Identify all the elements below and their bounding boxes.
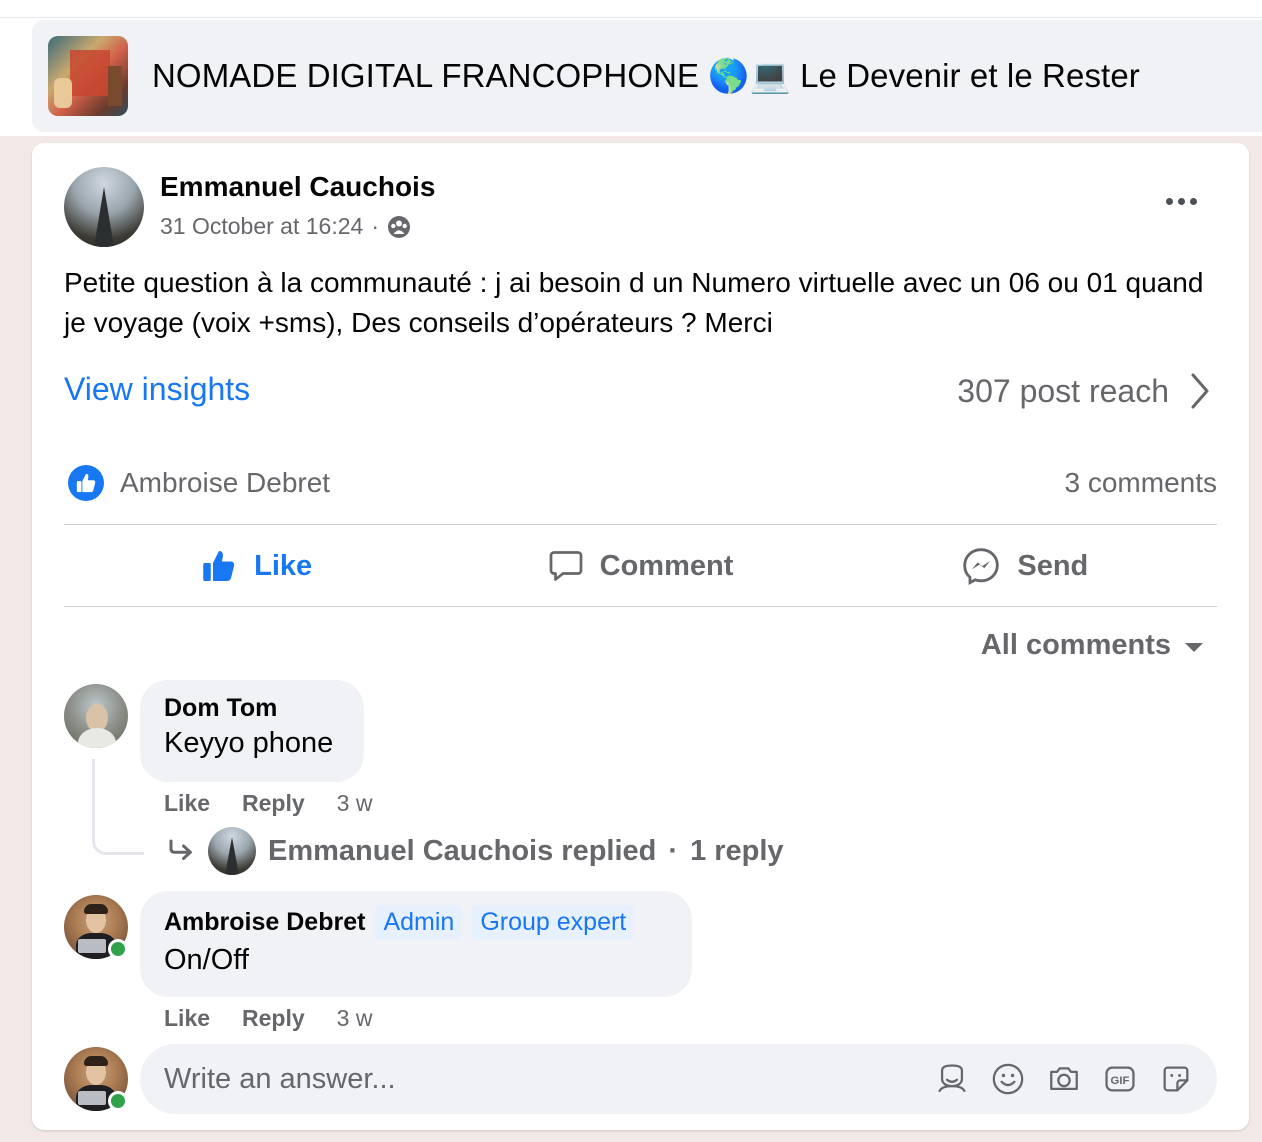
camera-icon[interactable]	[1047, 1062, 1081, 1096]
comments-count[interactable]: 3 comments	[1065, 467, 1218, 499]
avatar-sticker-icon[interactable]	[935, 1062, 969, 1096]
online-status-indicator	[108, 1091, 128, 1111]
comment-text: Keyyo phone	[164, 727, 334, 759]
comment-like-button[interactable]: Like	[164, 790, 210, 817]
more-options-icon[interactable]	[1161, 189, 1201, 213]
post-card: Emmanuel Cauchois 31 October at 16:24 · …	[32, 143, 1249, 1130]
meta-separator: ·	[371, 213, 379, 239]
chevron-right-icon	[1191, 373, 1209, 409]
replied-separator: ·	[668, 834, 679, 867]
thumbs-up-icon	[203, 551, 235, 581]
comment-icon	[549, 551, 582, 581]
like-button[interactable]: Like	[64, 525, 448, 607]
comments-filter-label: All comments	[980, 629, 1171, 661]
reactor-name: Ambroise Debret	[120, 467, 331, 498]
comment-bubble: Ambroise Debret Admin Group expert On/Of…	[140, 891, 692, 997]
comment-author[interactable]: Ambroise Debret	[164, 908, 365, 937]
online-status-indicator	[108, 939, 128, 959]
comment-author[interactable]: Dom Tom	[164, 694, 340, 723]
comment-time[interactable]: 3 w	[337, 790, 373, 817]
caret-down-icon	[1185, 643, 1203, 652]
reply-arrow-icon	[169, 839, 192, 860]
commenter-avatar[interactable]	[64, 684, 128, 748]
replier-avatar	[208, 827, 256, 875]
sticker-icon[interactable]	[1159, 1062, 1193, 1096]
gif-icon[interactable]: GIF	[1103, 1062, 1137, 1096]
comment-bubble: Dom Tom Keyyo phone	[140, 680, 364, 782]
comment-actions: Like Reply 3 w	[164, 790, 372, 817]
post-timestamp[interactable]: 31 October at 16:24	[160, 213, 363, 240]
messenger-icon	[963, 548, 1000, 586]
comment-reply-button[interactable]: Reply	[242, 790, 305, 817]
send-button[interactable]: Send	[833, 525, 1217, 607]
comment-composer: GIF	[140, 1044, 1217, 1114]
send-label: Send	[1017, 549, 1089, 582]
divider	[64, 606, 1217, 607]
post-actions: Like Comment Send	[64, 525, 1217, 607]
composer-tools: GIF	[935, 1062, 1193, 1096]
post-text: Petite question à la communauté : j ai b…	[64, 267, 1204, 338]
replied-label: Emmanuel Cauchois replied	[268, 834, 657, 867]
group-header: NOMADE DIGITAL FRANCOPHONE 🌎💻 Le Devenir…	[0, 18, 1262, 136]
like-reaction-icon	[68, 465, 104, 501]
post-author-name[interactable]: Emmanuel Cauchois	[160, 171, 435, 203]
reactions-summary[interactable]: Ambroise Debret	[68, 465, 330, 501]
comments-filter-dropdown[interactable]: All comments	[981, 629, 1203, 662]
author-avatar[interactable]	[64, 167, 144, 247]
post-meta: 31 October at 16:24 ·	[160, 213, 411, 240]
group-expert-badge[interactable]: Group expert	[472, 905, 635, 940]
post-reach-label: 307 post reach	[957, 372, 1169, 409]
view-replies-link[interactable]: Emmanuel Cauchois replied · 1 reply	[166, 827, 784, 875]
comment-reply-button[interactable]: Reply	[242, 1005, 305, 1032]
comment-text: On/Off	[164, 944, 249, 976]
comment-label: Comment	[599, 549, 734, 582]
post-reach[interactable]: 307 post reach	[957, 371, 1213, 411]
group-members-icon[interactable]	[387, 215, 411, 239]
svg-text:GIF: GIF	[1111, 1075, 1130, 1087]
thread-line	[92, 759, 144, 855]
view-insights-link[interactable]: View insights	[64, 371, 250, 408]
comment-actions: Like Reply 3 w	[164, 1005, 372, 1032]
group-link[interactable]: NOMADE DIGITAL FRANCOPHONE 🌎💻 Le Devenir…	[32, 20, 1262, 132]
admin-badge[interactable]: Admin	[375, 905, 463, 940]
comment-author-row: Ambroise Debret Admin Group expert	[164, 905, 668, 940]
comment-like-button[interactable]: Like	[164, 1005, 210, 1032]
top-strip	[0, 0, 1262, 18]
group-title[interactable]: NOMADE DIGITAL FRANCOPHONE 🌎💻 Le Devenir…	[152, 57, 1140, 96]
comment-time[interactable]: 3 w	[337, 1005, 373, 1032]
reply-count: 1 reply	[690, 834, 784, 867]
comment-button[interactable]: Comment	[448, 525, 832, 607]
emoji-icon[interactable]	[991, 1062, 1025, 1096]
comment-input[interactable]	[164, 1062, 935, 1096]
group-cover-image[interactable]	[48, 36, 128, 116]
like-label: Like	[254, 549, 313, 582]
